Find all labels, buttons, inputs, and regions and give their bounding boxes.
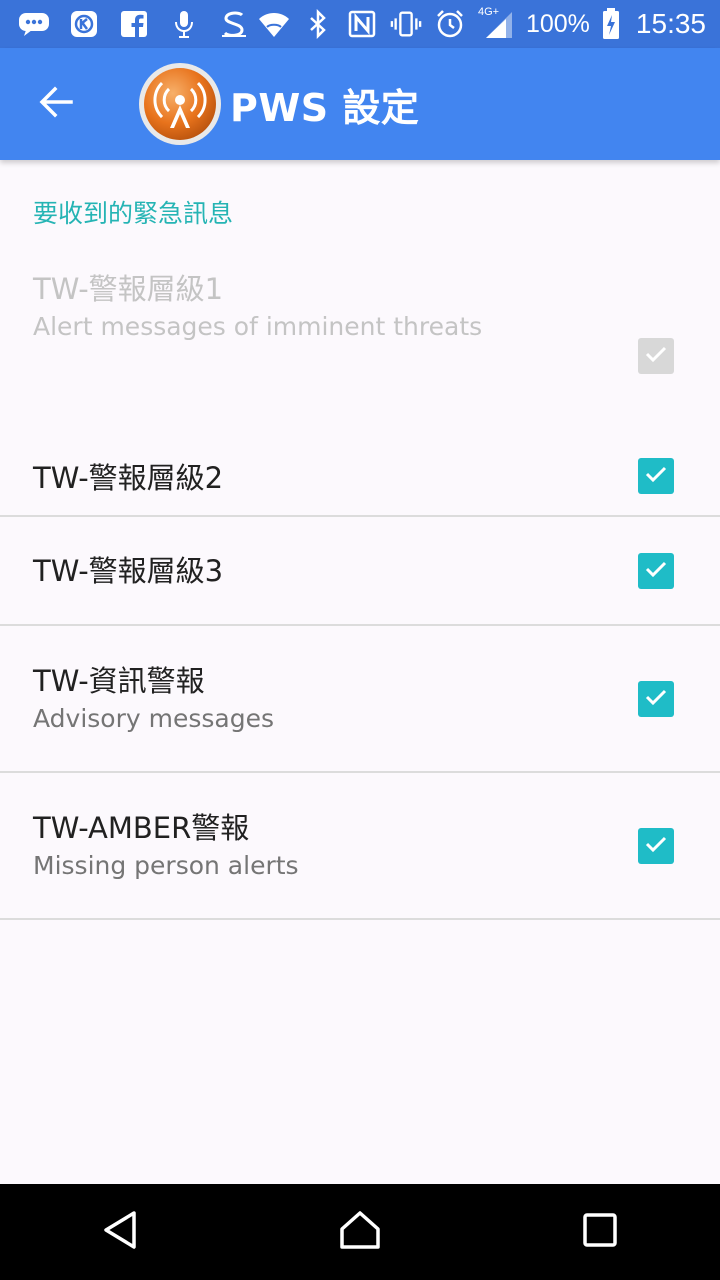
page-title: PWS 設定 <box>230 85 420 130</box>
pref-title: TW-AMBER警報 <box>33 811 250 845</box>
preferences-list: 要收到的緊急訊息 TW-警報層級1 Alert messages of immi… <box>0 160 720 920</box>
checkbox[interactable] <box>638 680 674 717</box>
pref-title: TW-警報層級1 <box>33 272 224 306</box>
pref-alert-level-3[interactable]: TW-警報層級3 <box>0 517 720 626</box>
back-triangle-icon <box>100 1210 140 1254</box>
navigation-bar <box>0 1184 720 1280</box>
signal-icon: 4G+ <box>477 6 514 40</box>
home-icon <box>339 1210 381 1254</box>
check-icon <box>643 341 669 371</box>
check-icon <box>643 461 669 491</box>
battery-icon <box>602 8 620 40</box>
section-header: 要收到的緊急訊息 <box>33 199 234 228</box>
vibrate-icon <box>390 8 422 40</box>
network-type-label: 4G+ <box>477 6 500 18</box>
arrow-left-icon <box>38 84 74 124</box>
pref-summary: Alert messages of imminent threats <box>33 312 483 341</box>
nav-back-button[interactable] <box>60 1184 180 1280</box>
pref-alert-level-2[interactable]: TW-警報層級2 <box>0 406 720 517</box>
battery-percent: 100% <box>525 9 590 38</box>
back-button[interactable] <box>0 48 112 160</box>
pref-advisory[interactable]: TW-資訊警報 Advisory messages <box>0 626 720 773</box>
broadcast-icon <box>138 62 222 146</box>
status-bar: 4G+ 100% 15:35 <box>0 0 720 48</box>
pref-summary: Advisory messages <box>33 704 274 733</box>
app-bar: PWS 設定 <box>0 48 720 160</box>
pref-title: TW-警報層級2 <box>33 461 224 495</box>
pref-title: TW-資訊警報 <box>33 664 205 698</box>
check-icon <box>643 831 669 861</box>
nav-home-button[interactable] <box>300 1184 420 1280</box>
check-icon <box>643 556 669 586</box>
pref-title: TW-警報層級3 <box>33 554 224 588</box>
checkbox[interactable] <box>638 338 674 374</box>
checkbox[interactable] <box>638 458 674 494</box>
pref-summary: Missing person alerts <box>33 851 299 880</box>
s-app-icon <box>218 8 250 40</box>
check-icon <box>643 684 669 714</box>
nfc-icon <box>346 8 378 40</box>
wifi-icon <box>258 8 290 40</box>
pref-amber[interactable]: TW-AMBER警報 Missing person alerts <box>0 773 720 920</box>
checkbox[interactable] <box>638 552 674 589</box>
bluetooth-icon <box>302 8 334 40</box>
facebook-icon <box>118 8 150 40</box>
alarm-icon <box>434 8 466 40</box>
checkbox[interactable] <box>638 827 674 864</box>
recents-square-icon <box>582 1212 618 1252</box>
microphone-icon <box>168 8 200 40</box>
nav-recents-button[interactable] <box>540 1184 660 1280</box>
k-app-icon <box>68 8 100 40</box>
clock: 15:35 <box>635 8 706 39</box>
chat-icon <box>18 8 50 40</box>
